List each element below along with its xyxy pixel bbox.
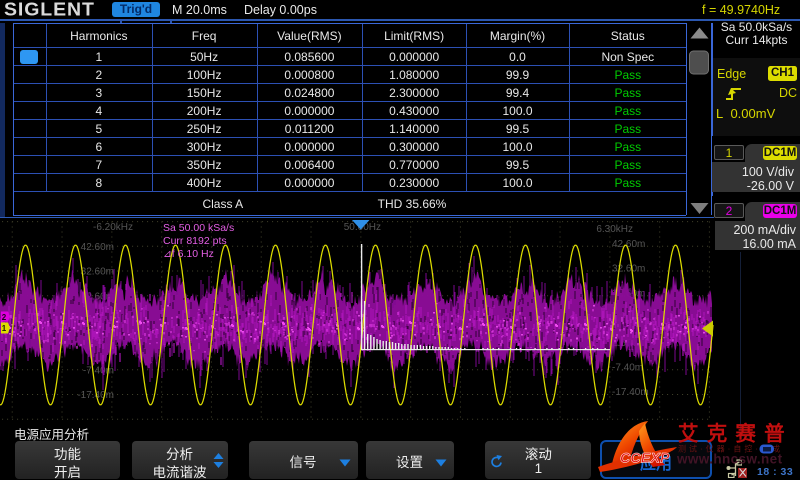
svg-text:⊿f 6.10 Hz: ⊿f 6.10 Hz [163, 248, 214, 260]
svg-text:Sa 50.00 kSa/s: Sa 50.00 kSa/s [163, 222, 234, 234]
svg-text:32.60m: 32.60m [612, 264, 645, 275]
svg-text:艾克赛普: 艾克赛普 [678, 422, 793, 446]
svg-text:32.60m: 32.60m [81, 267, 114, 278]
svg-text:1: 1 [2, 324, 7, 333]
svg-text:-7.40m: -7.40m [612, 363, 643, 374]
svg-text:6.30kHz: 6.30kHz [596, 224, 633, 235]
svg-text:CCEXP: CCEXP [620, 450, 670, 466]
svg-text:-7.40m: -7.40m [83, 366, 114, 377]
svg-text:-6.20kHz: -6.20kHz [93, 222, 133, 233]
svg-text:42.60m: 42.60m [81, 242, 114, 253]
svg-text:2: 2 [2, 313, 7, 322]
svg-text:www.hncsw.net: www.hncsw.net [676, 452, 783, 467]
svg-text:Curr 8192 pts: Curr 8192 pts [163, 235, 227, 247]
svg-text:-17.40m: -17.40m [612, 387, 649, 398]
svg-text:42.60m: 42.60m [612, 239, 645, 250]
